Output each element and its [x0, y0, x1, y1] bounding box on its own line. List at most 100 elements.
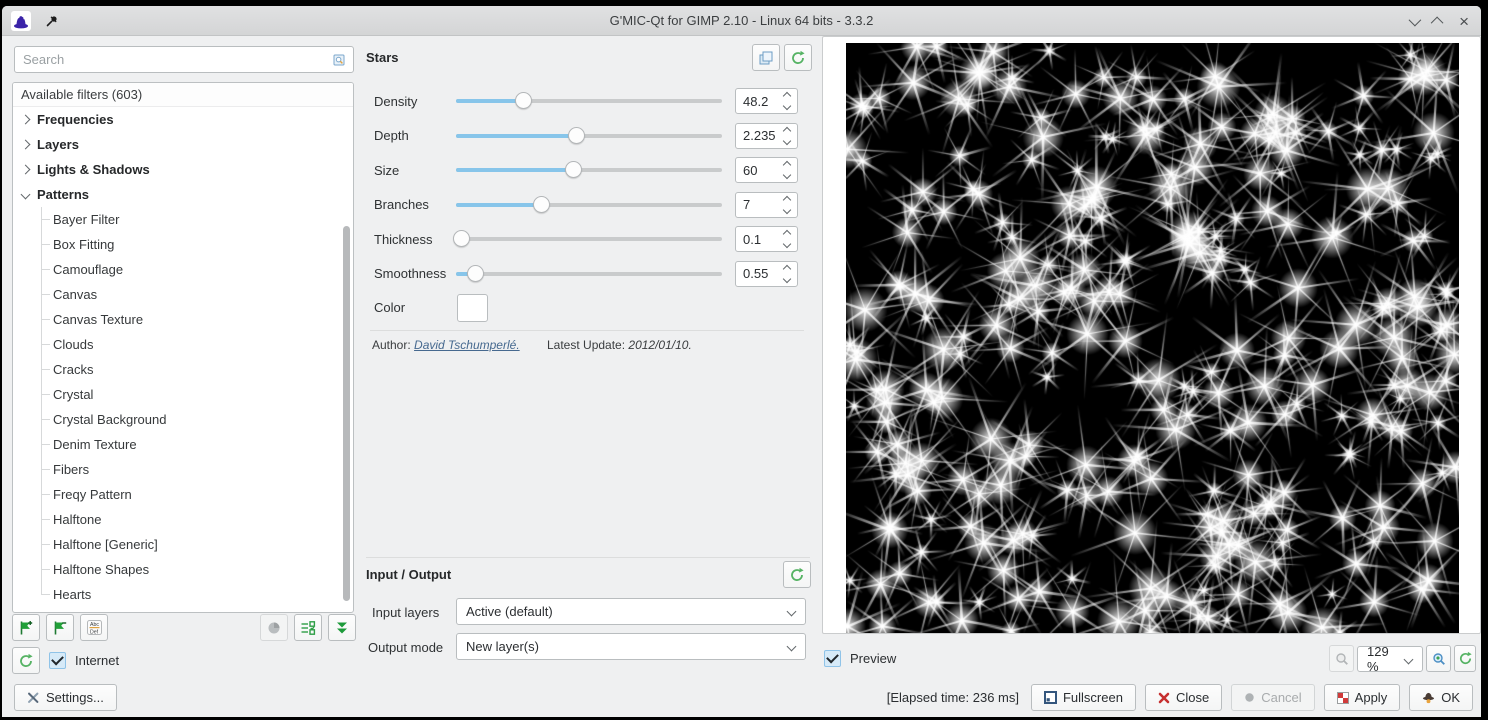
param-spinbox[interactable]: 48.2: [735, 88, 798, 114]
input-layers-select[interactable]: Active (default): [456, 598, 806, 625]
param-slider[interactable]: [456, 265, 722, 283]
param-label: Branches: [374, 197, 429, 212]
param-slider[interactable]: [456, 230, 722, 248]
bottom-bar: Settings... [Elapsed time: 236 ms] Fulls…: [14, 684, 1473, 711]
spin-down-icon[interactable]: [783, 275, 791, 283]
param-slider[interactable]: [456, 196, 722, 214]
fullscreen-button[interactable]: Fullscreen: [1031, 684, 1136, 711]
filter-item[interactable]: Crystal: [13, 382, 353, 407]
preview-image[interactable]: [846, 43, 1459, 633]
param-label: Size: [374, 163, 399, 178]
filter-item[interactable]: Fibers: [13, 457, 353, 482]
ok-label: OK: [1441, 690, 1460, 705]
color-picker-button[interactable]: [457, 294, 488, 322]
remove-fave-button[interactable]: [46, 614, 74, 641]
filter-visibility-button[interactable]: [294, 614, 322, 641]
search-input[interactable]: [15, 52, 331, 67]
expand-collapse-button[interactable]: [328, 614, 356, 641]
slider-handle[interactable]: [453, 230, 470, 247]
filter-item[interactable]: Camouflage: [13, 257, 353, 282]
filter-list-scrollbar[interactable]: [343, 226, 350, 601]
zoom-in-button[interactable]: [1426, 645, 1451, 672]
copy-command-button[interactable]: [752, 44, 780, 71]
filter-category[interactable]: Lights & Shadows: [13, 157, 353, 182]
param-value: 2.235: [736, 128, 784, 143]
filter-item[interactable]: Halftone Shapes: [13, 557, 353, 582]
param-value: 0.55: [736, 266, 784, 281]
reset-params-button[interactable]: [784, 44, 812, 71]
filter-name-title: Stars: [366, 50, 399, 65]
chevron-collapsed-icon[interactable]: [21, 140, 31, 150]
spin-up-icon[interactable]: [783, 161, 791, 169]
zoom-level-combo[interactable]: 129 %: [1357, 646, 1423, 672]
slider-handle[interactable]: [565, 161, 582, 178]
minimize-icon[interactable]: [1409, 13, 1422, 26]
spin-down-icon[interactable]: [783, 206, 791, 214]
chevron-collapsed-icon[interactable]: [21, 165, 31, 175]
io-title: Input / Output: [366, 567, 451, 582]
slider-handle[interactable]: [568, 127, 585, 144]
spin-down-icon[interactable]: [783, 171, 791, 179]
filter-item[interactable]: Canvas Texture: [13, 307, 353, 332]
slider-handle[interactable]: [467, 265, 484, 282]
fullscreen-label: Fullscreen: [1063, 690, 1123, 705]
spin-up-icon[interactable]: [783, 230, 791, 238]
spin-up-icon[interactable]: [783, 92, 791, 100]
filter-item[interactable]: Halftone: [13, 507, 353, 532]
settings-button[interactable]: Settings...: [14, 684, 117, 711]
internet-row: Internet: [12, 647, 119, 674]
spin-up-icon[interactable]: [783, 196, 791, 204]
chevron-collapsed-icon[interactable]: [21, 115, 31, 125]
search-icon[interactable]: [331, 52, 347, 68]
filter-item[interactable]: Box Fitting: [13, 232, 353, 257]
ok-button[interactable]: OK: [1409, 684, 1473, 711]
param-spinbox[interactable]: 60: [735, 157, 798, 183]
maximize-icon[interactable]: [1431, 16, 1444, 29]
filter-item[interactable]: Denim Texture: [13, 432, 353, 457]
spin-up-icon[interactable]: [783, 127, 791, 135]
spin-down-icon[interactable]: [783, 102, 791, 110]
param-value: 7: [736, 197, 784, 212]
param-spinbox[interactable]: 0.55: [735, 261, 798, 287]
param-spinbox[interactable]: 2.235: [735, 123, 798, 149]
filter-item[interactable]: Crystal Background: [13, 407, 353, 432]
author-link[interactable]: David Tschumperlé.: [414, 338, 520, 352]
add-fave-button[interactable]: [12, 614, 40, 641]
close-button[interactable]: Close: [1145, 684, 1222, 711]
refresh-preview-button[interactable]: [1454, 645, 1476, 672]
fave-toolbar: AbcDef: [12, 614, 356, 641]
titlebar[interactable]: G'MIC-Qt for GIMP 2.10 - Linux 64 bits -…: [2, 6, 1481, 36]
spin-up-icon[interactable]: [783, 265, 791, 273]
close-window-icon[interactable]: ×: [1459, 13, 1469, 30]
filter-category[interactable]: Layers: [13, 132, 353, 157]
filter-item[interactable]: Halftone [Generic]: [13, 532, 353, 557]
io-reset-button[interactable]: [783, 561, 811, 588]
update-progress-button: [260, 614, 288, 641]
filter-item[interactable]: Hearts: [13, 582, 353, 607]
apply-button[interactable]: Apply: [1324, 684, 1401, 711]
param-slider[interactable]: [456, 161, 722, 179]
filter-item[interactable]: Bayer Filter: [13, 207, 353, 232]
param-slider[interactable]: [456, 92, 722, 110]
param-spinbox[interactable]: 0.1: [735, 226, 798, 252]
param-row: Depth2.235: [364, 119, 810, 154]
output-mode-select[interactable]: New layer(s): [456, 633, 806, 660]
output-mode-label: Output mode: [368, 640, 443, 655]
preview-checkbox[interactable]: [824, 650, 841, 667]
slider-handle[interactable]: [533, 196, 550, 213]
filter-item[interactable]: Canvas: [13, 282, 353, 307]
chevron-expanded-icon[interactable]: [21, 190, 31, 200]
param-slider[interactable]: [456, 127, 722, 145]
rename-fave-button[interactable]: AbcDef: [80, 614, 108, 641]
param-spinbox[interactable]: 7: [735, 192, 798, 218]
filter-item[interactable]: Freqy Pattern: [13, 482, 353, 507]
spin-down-icon[interactable]: [783, 240, 791, 248]
filter-item[interactable]: Cracks: [13, 357, 353, 382]
slider-handle[interactable]: [515, 92, 532, 109]
internet-checkbox[interactable]: [49, 652, 66, 669]
spin-down-icon[interactable]: [783, 137, 791, 145]
filter-category[interactable]: Patterns: [13, 182, 353, 207]
filter-category[interactable]: Frequencies: [13, 107, 353, 132]
filter-item[interactable]: Clouds: [13, 332, 353, 357]
refresh-filters-button[interactable]: [12, 647, 40, 674]
